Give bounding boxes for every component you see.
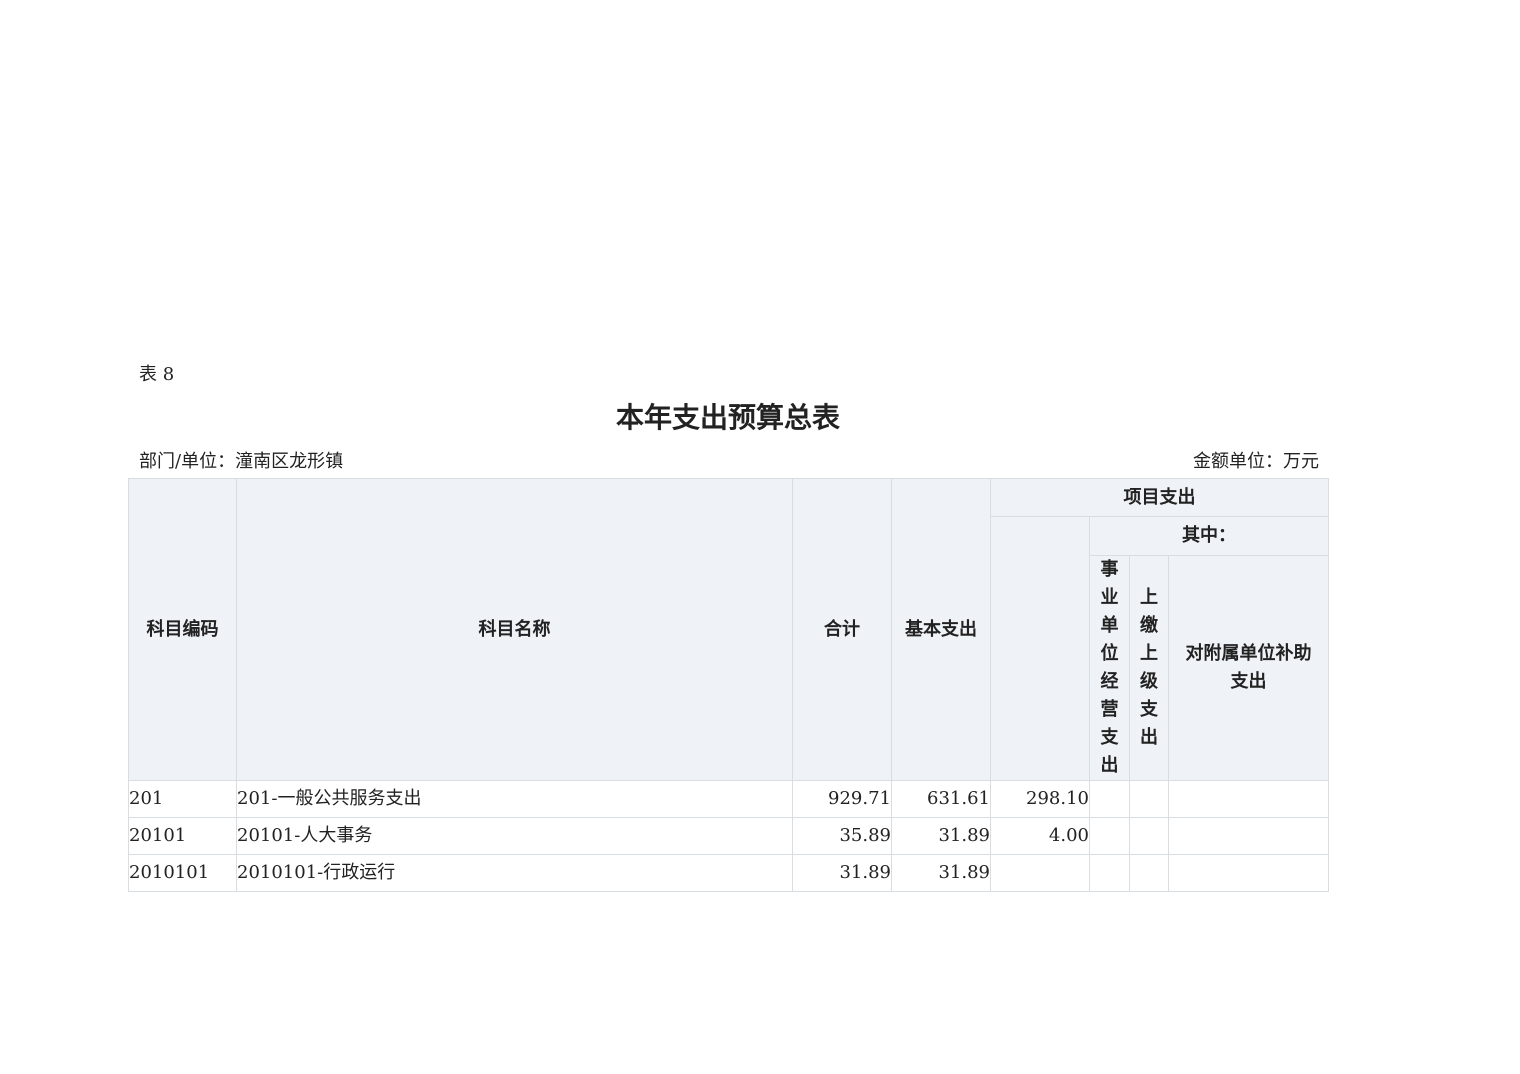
cell-project bbox=[990, 854, 1090, 892]
cell-name: 20101-人大事务 bbox=[236, 817, 793, 855]
cell-business bbox=[1089, 780, 1130, 818]
table-row: 201 201-一般公共服务支出 929.71 631.61 298.10 bbox=[128, 780, 1329, 818]
cell-code: 2010101 bbox=[128, 854, 237, 892]
page-title: 本年支出预算总表 bbox=[615, 401, 840, 434]
header-basic: 基本支出 bbox=[891, 478, 991, 781]
header-name: 科目名称 bbox=[236, 478, 793, 781]
header-business-cell: 事业单位经营支出 bbox=[1089, 555, 1130, 781]
cell-code: 20101 bbox=[128, 817, 237, 855]
cell-subsidy bbox=[1168, 780, 1329, 818]
header-project-blank bbox=[990, 516, 1090, 781]
cell-superior bbox=[1129, 854, 1169, 892]
cell-total: 929.71 bbox=[792, 780, 892, 818]
header-superior: 上缴上级支出 bbox=[1140, 587, 1158, 748]
cell-name: 201-一般公共服务支出 bbox=[236, 780, 793, 818]
header-subsidy: 对附属单位补助支出 bbox=[1185, 643, 1312, 692]
table-label: 表 8 bbox=[139, 364, 175, 385]
cell-business bbox=[1089, 817, 1130, 855]
cell-total: 31.89 bbox=[792, 854, 892, 892]
cell-subsidy bbox=[1168, 817, 1329, 855]
department-label: 部门/单位：潼南区龙形镇 bbox=[139, 451, 344, 472]
unit-label: 金额单位：万元 bbox=[1193, 451, 1319, 472]
cell-basic: 31.89 bbox=[891, 817, 991, 855]
header-superior-cell: 上缴上级支出 bbox=[1129, 555, 1169, 781]
header-business: 事业单位经营支出 bbox=[1100, 559, 1119, 776]
cell-superior bbox=[1129, 780, 1169, 818]
cell-project: 4.00 bbox=[990, 817, 1090, 855]
cell-code: 201 bbox=[128, 780, 237, 818]
table-row: 2010101 2010101-行政运行 31.89 31.89 bbox=[128, 854, 1329, 892]
cell-superior bbox=[1129, 817, 1169, 855]
cell-total: 35.89 bbox=[792, 817, 892, 855]
cell-basic: 31.89 bbox=[891, 854, 991, 892]
cell-project: 298.10 bbox=[990, 780, 1090, 818]
header-code: 科目编码 bbox=[128, 478, 237, 781]
header-of-which: 其中： bbox=[1089, 516, 1329, 556]
cell-subsidy bbox=[1168, 854, 1329, 892]
header-subsidy-cell: 对附属单位补助支出 bbox=[1168, 555, 1329, 781]
header-project: 项目支出 bbox=[990, 478, 1329, 517]
cell-basic: 631.61 bbox=[891, 780, 991, 818]
header-total: 合计 bbox=[792, 478, 892, 781]
budget-table: 科目编码 科目名称 合计 基本支出 项目支出 其中： 事业单位经营支出 上缴上级… bbox=[128, 478, 1329, 892]
cell-business bbox=[1089, 854, 1130, 892]
cell-name: 2010101-行政运行 bbox=[236, 854, 793, 892]
table-row: 20101 20101-人大事务 35.89 31.89 4.00 bbox=[128, 817, 1329, 855]
